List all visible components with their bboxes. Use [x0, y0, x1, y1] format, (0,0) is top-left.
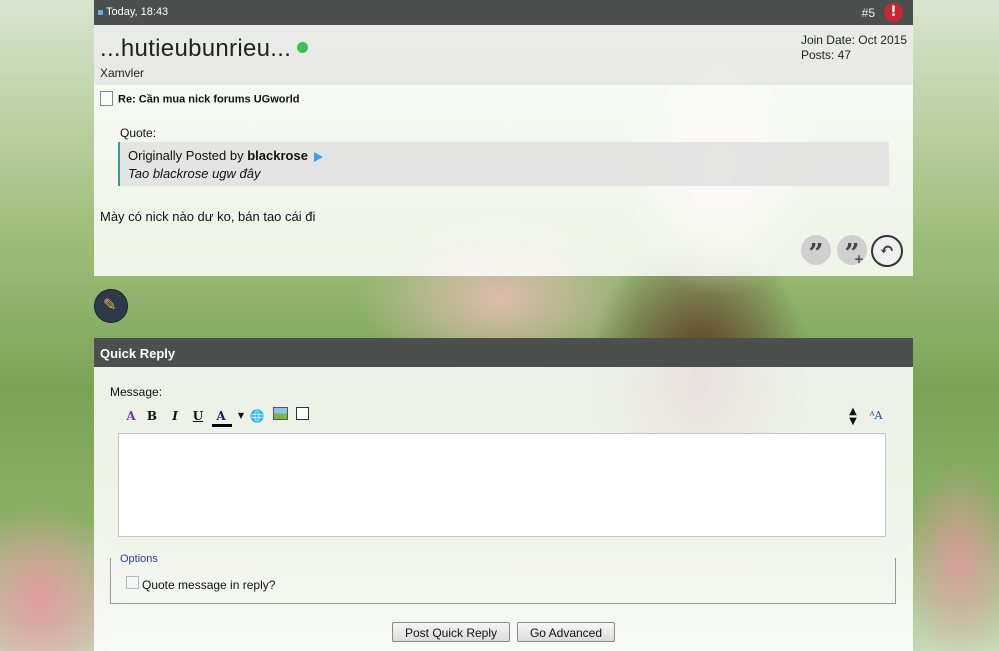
options-legend: Options [120, 553, 158, 565]
underline-icon[interactable]: U [189, 407, 207, 425]
user-title: Xamvler [100, 66, 145, 80]
post-title-text: Re: Cần mua nick forums UGworld [118, 93, 300, 106]
quote-attribution: Originally Posted by blackrose [128, 148, 323, 163]
user-info-bar: ...hutieubunrieu... Xamvler Join Date: O… [94, 25, 913, 85]
post-number-link[interactable]: #5 [862, 6, 875, 20]
quote-prefix: Originally Posted by [128, 148, 248, 163]
username-link[interactable]: ...hutieubunrieu... [100, 35, 309, 63]
resize-editor-icon[interactable]: ▲ ▼ [844, 407, 862, 427]
post-status-dot [98, 10, 103, 15]
font-color-icon[interactable]: A [212, 407, 232, 427]
join-date: Join Date: Oct 2015 [800, 33, 907, 47]
post-header-bar: Today, 18:43 #5 ! [94, 0, 913, 25]
post-title: Re: Cần mua nick forums UGworld [100, 91, 300, 107]
posts-count: Posts: 47 [800, 48, 851, 62]
message-label: Message: [110, 385, 163, 399]
username-text[interactable]: ...hutieubunrieu... [100, 35, 291, 62]
insert-link-icon[interactable]: 🌐 [248, 407, 266, 425]
quote-author: blackrose [247, 148, 308, 163]
bold-icon[interactable]: B [143, 407, 161, 425]
quote-label: Quote: [120, 126, 157, 140]
insert-quote-icon[interactable] [293, 407, 311, 425]
message-editor[interactable] [118, 433, 886, 537]
remove-formatting-icon[interactable]: A [122, 407, 140, 425]
multi-quote-icon[interactable]: ” + [837, 235, 867, 269]
reply-with-quote-icon[interactable]: ” [801, 235, 831, 269]
quote-message-checkbox[interactable] [126, 576, 139, 589]
edit-pencil-icon[interactable]: ✎ [94, 289, 128, 323]
insert-image-icon[interactable] [271, 407, 289, 425]
quick-reply-panel: Message: A B I U A ▼ 🌐 ▲ ▼ ᴬA Options Quo… [94, 367, 913, 651]
quote-block: Originally Posted by blackrose Tao black… [118, 142, 889, 186]
view-post-arrow-icon[interactable] [313, 151, 323, 162]
quick-reply-icon[interactable]: ↶ [871, 235, 903, 267]
quote-message-label[interactable]: Quote message in reply? [142, 578, 275, 592]
user-stats: Join Date: Oct 2015 Posts: 47 [801, 33, 907, 63]
post-message: Mày có nick nào dư ko, bán tao cái đi [100, 209, 316, 224]
quick-reply-title: Quick Reply [100, 346, 176, 361]
post-quick-reply-button[interactable]: Post Quick Reply [392, 622, 510, 642]
quote-text: Tao blackrose ugw đây [128, 166, 261, 181]
post-body: Re: Cần mua nick forums UGworld Quote: O… [94, 85, 913, 276]
post-timestamp: Today, 18:43 [106, 6, 169, 18]
report-post-icon[interactable]: ! [884, 3, 903, 22]
quick-reply-header: Quick Reply [94, 338, 913, 367]
font-size-icon[interactable]: ᴬA [867, 407, 885, 425]
document-icon [100, 91, 113, 106]
online-status-icon [297, 42, 309, 54]
italic-icon[interactable]: I [166, 407, 184, 425]
go-advanced-button[interactable]: Go Advanced [517, 622, 615, 642]
